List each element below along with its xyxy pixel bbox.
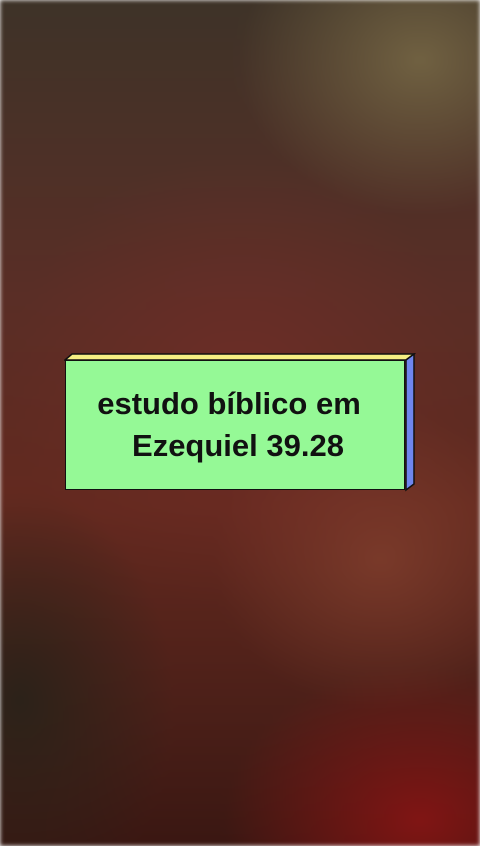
card-side-edge: [405, 353, 415, 492]
card-face: estudo bíblico em Ezequiel 39.28: [65, 360, 405, 490]
caption-line-1: estudo bíblico em: [97, 386, 361, 421]
title-card: estudo bíblico em Ezequiel 39.28: [64, 353, 416, 493]
caption-line-2: Ezequiel 39.28: [132, 428, 344, 463]
